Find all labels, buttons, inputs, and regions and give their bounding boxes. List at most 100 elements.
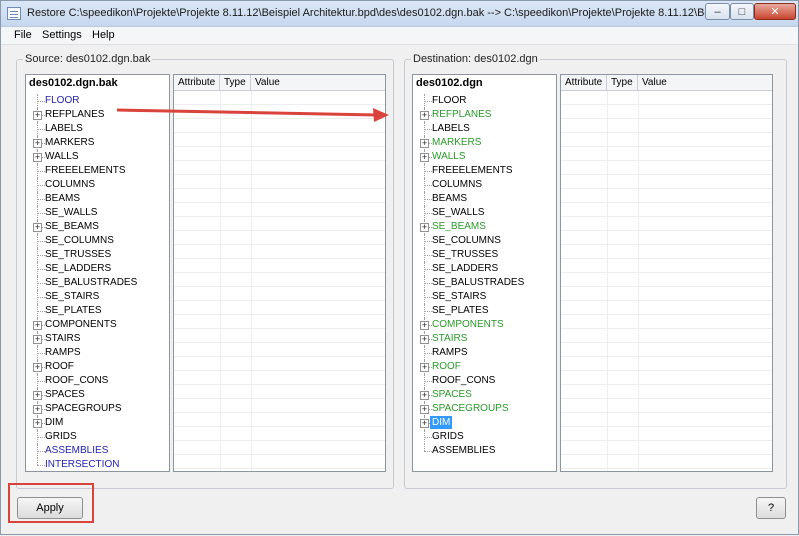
tree-node[interactable]: BEAMS (26, 192, 166, 206)
tree-node[interactable]: SE_LADDERS (26, 262, 166, 276)
destination-col-attribute[interactable]: Attribute (561, 75, 607, 91)
tree-node-label[interactable]: SE_WALLS (43, 206, 99, 219)
tree-node-label[interactable]: INTERSECTION (43, 458, 121, 471)
expand-icon[interactable]: + (33, 223, 42, 232)
tree-node-label[interactable]: SPACES (43, 388, 87, 401)
tree-node-label[interactable]: DIM (430, 416, 453, 429)
tree-node[interactable]: + REFPLANES (26, 108, 166, 122)
expand-icon[interactable]: + (420, 111, 429, 120)
tree-node[interactable]: SE_STAIRS (26, 290, 166, 304)
expand-icon[interactable]: + (420, 335, 429, 344)
destination-col-type[interactable]: Type (607, 75, 638, 91)
tree-node[interactable]: SE_STAIRS (413, 290, 553, 304)
tree-node[interactable]: SE_COLUMNS (26, 234, 166, 248)
tree-node-label[interactable]: DIM (43, 416, 65, 429)
menu-help[interactable]: Help (92, 29, 115, 41)
tree-node-label[interactable]: ROOF_CONS (430, 374, 497, 387)
tree-node-label[interactable]: ROOF (43, 360, 76, 373)
tree-node-label[interactable]: WALLS (430, 150, 468, 163)
expand-icon[interactable]: + (420, 405, 429, 414)
tree-node-label[interactable]: COLUMNS (430, 178, 484, 191)
tree-node[interactable]: ROOF_CONS (413, 374, 553, 388)
tree-node[interactable]: + DIM (26, 416, 166, 430)
expand-icon[interactable]: + (33, 405, 42, 414)
expand-icon[interactable]: + (420, 139, 429, 148)
tree-node-label[interactable]: SE_BEAMS (43, 220, 101, 233)
tree-node-label[interactable]: SE_COLUMNS (430, 234, 503, 247)
tree-node-label[interactable]: ROOF (430, 360, 463, 373)
expand-icon[interactable]: + (33, 335, 42, 344)
tree-node[interactable]: SE_WALLS (413, 206, 553, 220)
tree-node[interactable]: + COMPONENTS (26, 318, 166, 332)
tree-node[interactable]: FLOOR (26, 94, 166, 108)
tree-node[interactable]: RAMPS (413, 346, 553, 360)
tree-node[interactable]: + MARKERS (26, 136, 166, 150)
tree-node-label[interactable]: SE_BALUSTRADES (430, 276, 526, 289)
tree-node[interactable]: LABELS (413, 122, 553, 136)
menu-settings[interactable]: Settings (42, 29, 82, 41)
source-col-attribute[interactable]: Attribute (174, 75, 220, 91)
tree-node[interactable]: + WALLS (413, 150, 553, 164)
expand-icon[interactable]: + (33, 419, 42, 428)
tree-node[interactable]: FLOOR (413, 94, 553, 108)
tree-node[interactable]: GRIDS (26, 430, 166, 444)
tree-node[interactable]: + MARKERS (413, 136, 553, 150)
tree-node[interactable]: + COMPONENTS (413, 318, 553, 332)
tree-node[interactable]: + STAIRS (26, 332, 166, 346)
tree-node-label[interactable]: SE_PLATES (43, 304, 104, 317)
tree-node[interactable]: FREEELEMENTS (413, 164, 553, 178)
tree-node-label[interactable]: COMPONENTS (430, 318, 506, 331)
tree-node[interactable]: SE_TRUSSES (413, 248, 553, 262)
tree-node[interactable]: COLUMNS (26, 178, 166, 192)
tree-node-label[interactable]: FLOOR (430, 94, 468, 107)
tree-node-label[interactable]: ROOF_CONS (43, 374, 110, 387)
tree-node[interactable]: + SPACEGROUPS (413, 402, 553, 416)
tree-node[interactable]: + REFPLANES (413, 108, 553, 122)
expand-icon[interactable]: + (33, 111, 42, 120)
tree-node-label[interactable]: SE_BALUSTRADES (43, 276, 139, 289)
tree-node[interactable]: BEAMS (413, 192, 553, 206)
expand-icon[interactable]: + (33, 153, 42, 162)
tree-node[interactable]: + SPACEGROUPS (26, 402, 166, 416)
tree-node[interactable]: GRIDS (413, 430, 553, 444)
tree-node[interactable]: INTERSECTION (26, 458, 166, 471)
tree-node[interactable]: SE_PLATES (26, 304, 166, 318)
tree-node-label[interactable]: MARKERS (43, 136, 96, 149)
tree-node[interactable]: SE_WALLS (26, 206, 166, 220)
tree-node[interactable]: SE_LADDERS (413, 262, 553, 276)
close-button[interactable]: ✕ (754, 3, 796, 20)
expand-icon[interactable]: + (420, 223, 429, 232)
tree-node-label[interactable]: FREEELEMENTS (43, 164, 128, 177)
tree-node[interactable]: FREEELEMENTS (26, 164, 166, 178)
source-col-type[interactable]: Type (220, 75, 251, 91)
tree-node[interactable]: SE_PLATES (413, 304, 553, 318)
tree-node-label[interactable]: STAIRS (430, 332, 469, 345)
expand-icon[interactable]: + (33, 139, 42, 148)
expand-icon[interactable]: + (420, 153, 429, 162)
tree-node-label[interactable]: SE_STAIRS (43, 290, 101, 303)
tree-node-label[interactable]: SE_WALLS (430, 206, 486, 219)
tree-node[interactable]: COLUMNS (413, 178, 553, 192)
maximize-button[interactable]: □ (730, 3, 754, 20)
tree-node[interactable]: + STAIRS (413, 332, 553, 346)
tree-node[interactable]: ASSEMBLIES (26, 444, 166, 458)
source-col-value[interactable]: Value (251, 75, 385, 91)
destination-col-value[interactable]: Value (638, 75, 772, 91)
expand-icon[interactable]: + (33, 391, 42, 400)
tree-node[interactable]: SE_TRUSSES (26, 248, 166, 262)
tree-node[interactable]: + SPACES (26, 388, 166, 402)
tree-node-label[interactable]: SE_TRUSSES (43, 248, 113, 261)
tree-node-label[interactable]: SPACES (430, 388, 474, 401)
tree-node-label[interactable]: SPACEGROUPS (43, 402, 124, 415)
tree-node-label[interactable]: SE_COLUMNS (43, 234, 116, 247)
tree-node[interactable]: + ROOF (26, 360, 166, 374)
tree-node[interactable]: + SE_BEAMS (413, 220, 553, 234)
tree-node[interactable]: SE_COLUMNS (413, 234, 553, 248)
destination-tree[interactable]: des0102.dgn FLOOR + REFPLANES LABELS + MARKER… (412, 74, 557, 472)
tree-node-label[interactable]: STAIRS (43, 332, 82, 345)
tree-node[interactable]: LABELS (26, 122, 166, 136)
destination-attribute-grid[interactable]: Attribute Type Value (560, 74, 773, 472)
destination-tree-root[interactable]: des0102.dgn (416, 77, 483, 89)
tree-node-label[interactable]: MARKERS (430, 136, 483, 149)
tree-node[interactable]: RAMPS (26, 346, 166, 360)
